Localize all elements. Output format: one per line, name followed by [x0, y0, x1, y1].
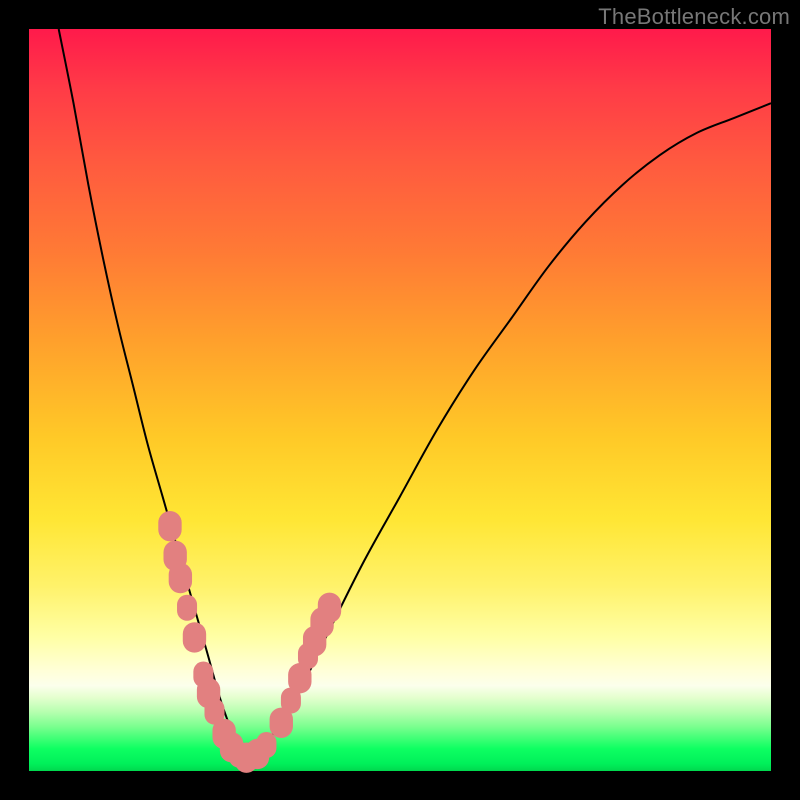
plot-area — [29, 29, 771, 771]
curve-marker — [169, 563, 192, 593]
watermark-text: TheBottleneck.com — [598, 4, 790, 30]
chart-frame: TheBottleneck.com — [0, 0, 800, 800]
curve-marker — [158, 511, 181, 541]
marker-group — [158, 511, 341, 773]
curve-marker — [183, 622, 206, 652]
curve-marker — [256, 732, 276, 758]
curve-svg — [29, 29, 771, 771]
curve-marker — [318, 593, 341, 623]
curve-marker — [177, 595, 197, 621]
bottleneck-curve — [59, 29, 771, 757]
